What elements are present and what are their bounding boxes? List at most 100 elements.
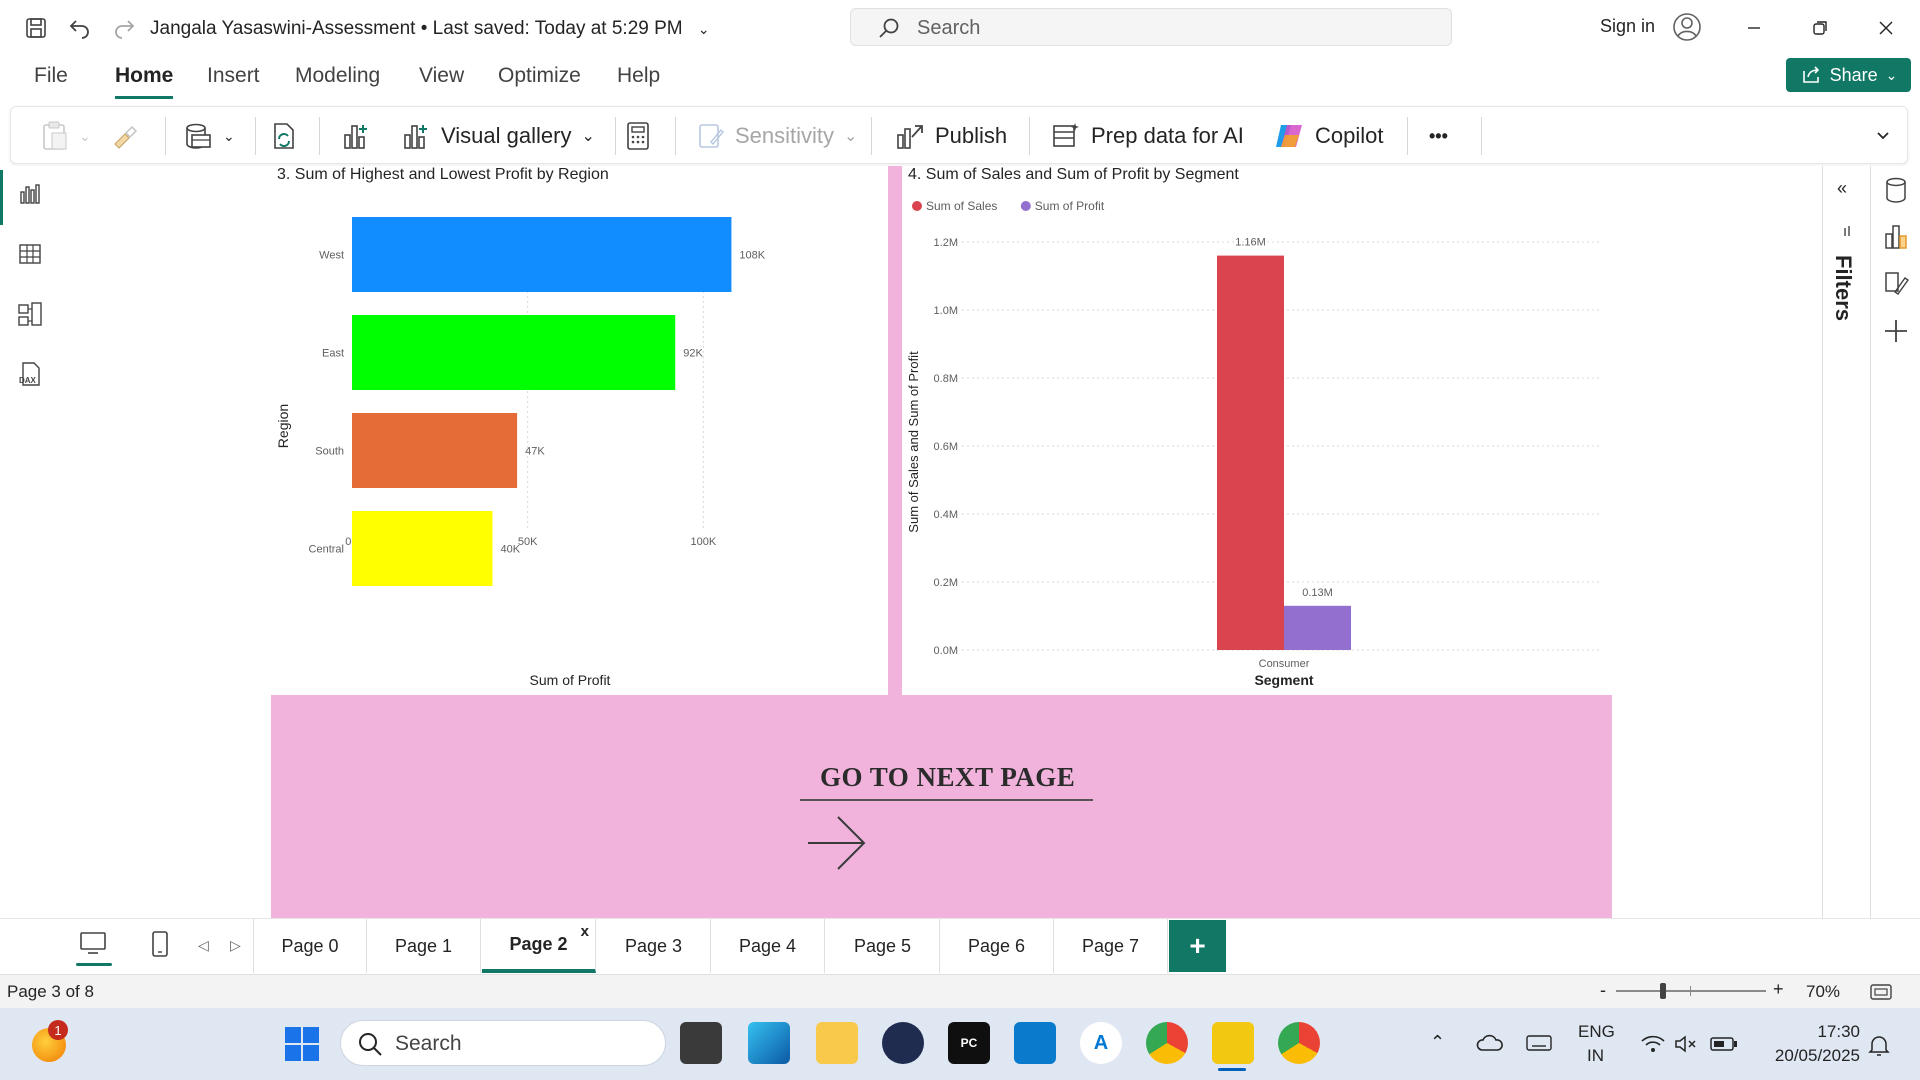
clock-date[interactable]: 20/05/2025 [1760,1046,1860,1066]
search-icon [879,18,899,38]
fit-to-page-icon[interactable] [1870,983,1892,1006]
publish-button[interactable]: Publish [895,115,1007,157]
copilot-button[interactable]: Copilot [1273,115,1383,157]
dax-query-view-icon[interactable]: DAX [14,358,46,390]
filters-label[interactable]: Filters [1830,255,1856,321]
page-tab-2[interactable]: Page 2 x [482,919,596,973]
calculator-button[interactable] [625,115,651,157]
chrome-profile-icon[interactable] [1278,1022,1320,1064]
report-view-icon[interactable] [14,178,46,210]
page-tab-0[interactable]: Page 0 [253,919,367,973]
notification-center-icon[interactable] [1868,1034,1890,1063]
file-explorer-icon[interactable] [816,1022,858,1064]
next-page-icon[interactable]: ▷ [230,937,241,954]
minimize-button[interactable] [1730,10,1778,46]
page-tab-7[interactable]: Page 7 [1054,919,1168,973]
close-tab-icon[interactable]: x [581,923,589,940]
volume-muted-icon[interactable] [1674,1034,1700,1059]
pycharm-icon[interactable]: PC [948,1022,990,1064]
zoom-in-button[interactable]: + [1773,979,1784,1000]
battery-icon[interactable] [1710,1036,1738,1057]
bar [352,217,732,292]
add-page-button[interactable]: + [1169,920,1226,972]
menu-home[interactable]: Home [115,64,174,99]
expand-pane-icon[interactable]: « [1837,178,1847,199]
visual-gallery-icon [404,125,427,149]
calculator-icon [627,122,649,150]
language-indicator[interactable]: ENG [1578,1022,1615,1042]
mobile-layout-icon[interactable] [148,929,172,964]
show-hidden-icons[interactable]: ⌃ [1430,1032,1445,1053]
refresh-button[interactable] [269,115,299,157]
taskbar-search-input[interactable]: Search [340,1020,666,1066]
share-button[interactable]: Share ⌄ [1786,58,1911,92]
region-indicator[interactable]: IN [1587,1046,1604,1066]
page-tab-1[interactable]: Page 1 [367,919,481,973]
onedrive-icon[interactable] [1476,1034,1504,1057]
more-options-button[interactable]: ••• [1429,115,1448,157]
add-pane-icon[interactable] [1883,318,1909,349]
region-profit-chart: 0K50K100KWest108KEast92KSouth47KCentral4… [275,217,766,688]
ribbon-separator [615,117,616,155]
redo-icon[interactable] [108,10,140,46]
appstore-icon[interactable]: A [1080,1022,1122,1064]
segment-sales-profit-visual[interactable]: 4. Sum of Sales and Sum of Profit by Seg… [902,166,1612,695]
vscode-icon[interactable] [1014,1022,1056,1064]
visual-gallery-button[interactable]: Visual gallery ⌄ [401,115,595,157]
legend-marker [912,201,922,211]
menu-insert[interactable]: Insert [207,64,260,96]
page-tab-3[interactable]: Page 3 [597,919,711,973]
collapse-ribbon-button[interactable] [1875,115,1891,157]
bar [352,413,518,488]
zoom-out-button[interactable]: - [1600,980,1606,1001]
account-avatar-icon[interactable] [1672,12,1702,42]
ribbon-separator [1407,117,1408,155]
clock-time[interactable]: 17:30 [1812,1022,1860,1042]
edge-browser-icon[interactable] [748,1022,790,1064]
desktop-layout-icon[interactable] [76,929,112,966]
wifi-icon[interactable] [1640,1034,1666,1059]
menu-file[interactable]: File [34,64,68,96]
copilot-icon [1276,125,1302,147]
previous-page-icon[interactable]: ◁ [198,937,209,954]
visualizations-pane-icon[interactable] [1883,222,1909,255]
paste-button[interactable]: ⌄ [41,115,91,157]
model-view-icon[interactable] [14,298,46,330]
menu-modeling[interactable]: Modeling [295,64,380,96]
format-painter-button[interactable] [111,115,139,157]
document-title[interactable]: Jangala Yasaswini-Assessment • Last save… [150,18,710,40]
go-to-next-page-button[interactable]: GO TO NEXT PAGE [820,762,1075,793]
close-window-button[interactable] [1862,10,1910,46]
save-icon[interactable] [20,10,52,46]
prep-data-for-ai-button[interactable]: Prep data for AI [1051,115,1244,157]
table-view-icon[interactable] [14,238,46,270]
arrow-right-icon[interactable] [805,812,867,874]
undo-icon[interactable] [64,10,96,46]
zoom-slider[interactable] [1616,990,1766,992]
page-tab-4[interactable]: Page 4 [711,919,825,973]
bar [1284,605,1351,650]
menu-optimize[interactable]: Optimize [498,64,581,96]
zoom-slider-thumb[interactable] [1660,983,1666,999]
windows-start-icon[interactable] [284,1026,320,1067]
keyboard-icon[interactable] [1526,1034,1552,1057]
menu-view[interactable]: View [419,64,464,96]
page-tab-5[interactable]: Page 5 [826,919,940,973]
powerbi-taskbar-icon[interactable] [1212,1022,1254,1064]
region-profit-visual[interactable]: 3. Sum of Highest and Lowest Profit by R… [271,166,888,695]
sensitivity-button[interactable]: Sensitivity ⌄ [697,115,857,157]
format-pane-icon[interactable] [1883,270,1909,303]
zoom-level[interactable]: 70% [1806,982,1840,1002]
get-data-button[interactable]: ⌄ [183,115,235,157]
page-tab-6[interactable]: Page 6 [940,919,1054,973]
sign-in-link[interactable]: Sign in [1600,16,1655,37]
search-input[interactable]: Search [850,8,1452,46]
data-pane-icon[interactable] [1883,176,1909,209]
new-visual-button[interactable] [341,115,371,157]
restore-button[interactable] [1796,10,1844,46]
chrome-icon[interactable] [1146,1022,1188,1064]
eclipse-icon[interactable] [882,1022,924,1064]
y-axis-title: Region [275,404,291,448]
task-view-icon[interactable] [680,1022,722,1064]
menu-help[interactable]: Help [617,64,660,96]
